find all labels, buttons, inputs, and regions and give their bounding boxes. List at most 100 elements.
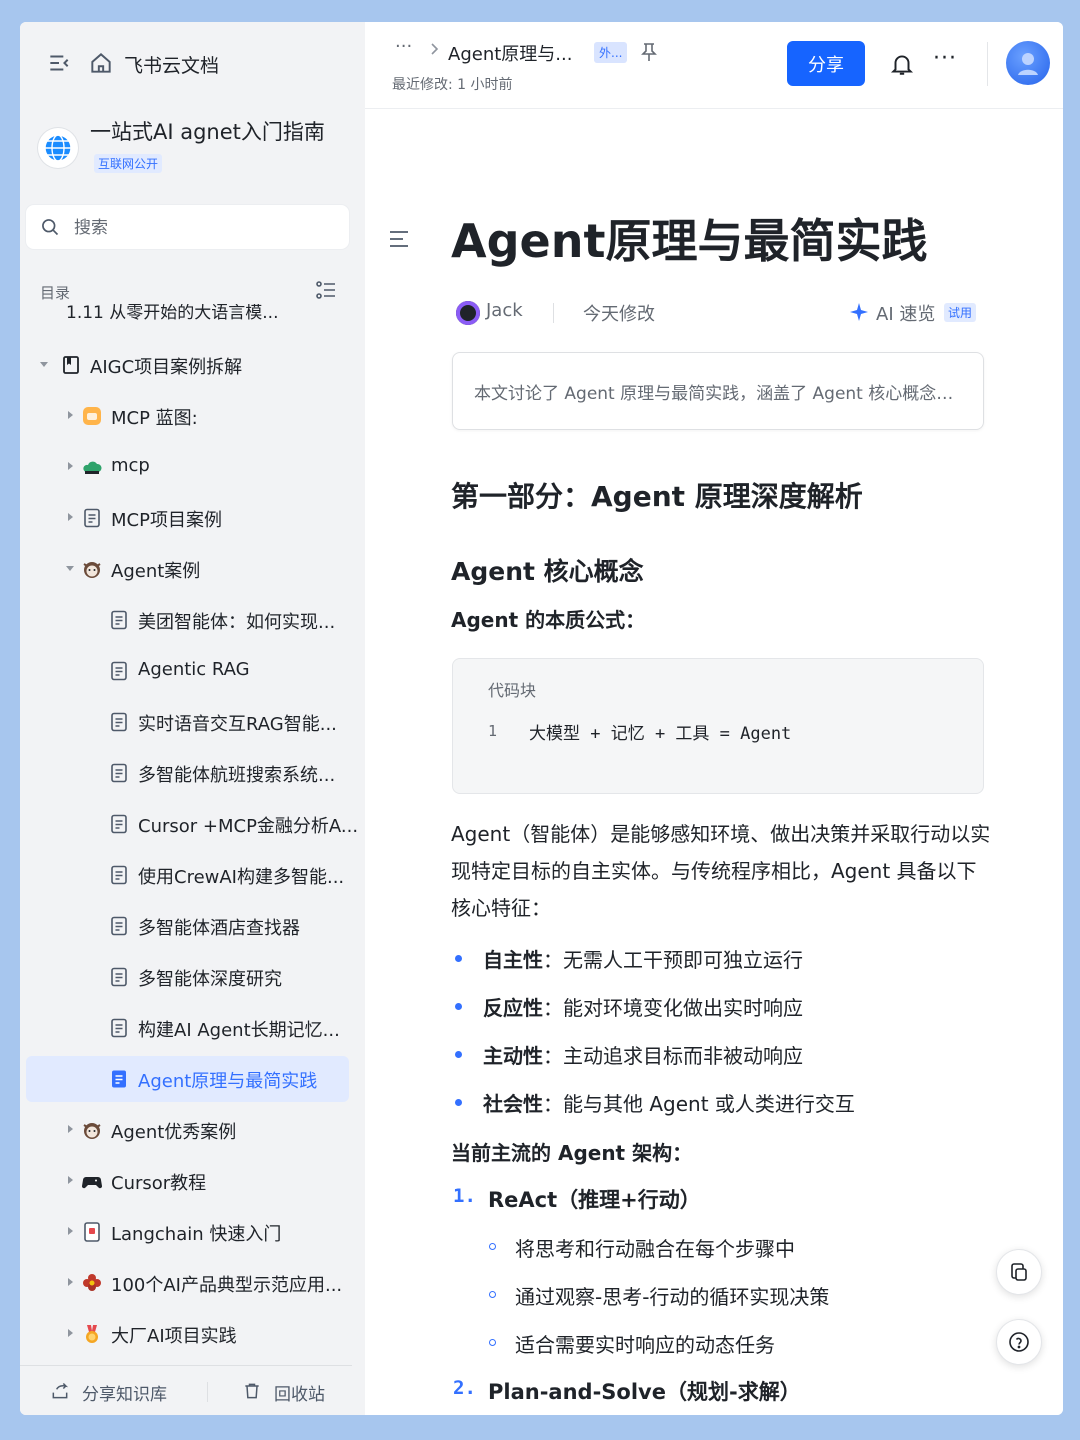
sidebar-tree-label: AIGC项目案例拆解 [90, 357, 243, 378]
breadcrumb-title[interactable]: Agent原理与... [448, 40, 572, 66]
code-line: 大模型 + 记忆 + 工具 = Agent [529, 724, 792, 744]
help-icon [1009, 1332, 1029, 1352]
sidebar-tree-item[interactable]: MCP项目案例 [26, 495, 349, 541]
breadcrumb-more[interactable]: ··· [395, 36, 412, 57]
sidebar-tree-item[interactable]: Agentic RAG [26, 648, 349, 694]
help-button[interactable] [996, 1319, 1042, 1365]
sidebar-tree-item[interactable]: 构建AI Agent长期记忆... [26, 1005, 349, 1051]
bullet-ring [489, 1243, 496, 1250]
medal-icon [81, 1323, 103, 1345]
sidebar-tree-item[interactable]: Cursor +MCP金融分析A... [26, 801, 358, 847]
sidebar-tree-item[interactable]: Agent优秀案例 [26, 1107, 349, 1153]
face-icon [81, 1119, 103, 1141]
space-header[interactable]: 一站式AI agnet入门指南 互联网公开 [38, 118, 358, 178]
outline-icon[interactable] [388, 229, 410, 249]
ai-summary-button[interactable]: AI 速览 [876, 300, 935, 326]
architecture-point-text: 将思考和行动融合在每个步骤中 [515, 1237, 795, 1261]
globe-icon [38, 128, 78, 168]
sidebar-tree-item[interactable]: 100个AI产品典型示范应用... [26, 1260, 349, 1306]
sidebar-tree-item[interactable]: AIGC项目案例拆解 [26, 342, 349, 388]
collapse-sidebar-icon[interactable] [46, 50, 72, 76]
bullet-dot [455, 1099, 462, 1106]
flower-icon [81, 1272, 103, 1294]
copy-icon [1011, 1263, 1027, 1281]
sidebar-tree-label: 美团智能体：如何实现... [138, 612, 336, 633]
sidebar-tree-item[interactable]: 多智能体航班搜索系统... [26, 750, 349, 796]
doc-icon [108, 813, 130, 835]
caret-right-icon[interactable] [65, 1175, 75, 1185]
cloud-icon [81, 456, 103, 478]
author-avatar[interactable] [456, 301, 480, 325]
sidebar-tree-item[interactable]: 实时语音交互RAG智能... [26, 699, 349, 745]
caret-right-icon[interactable] [65, 512, 75, 522]
section-heading: 第一部分：Agent 原理深度解析 [451, 480, 863, 513]
user-icon [1018, 53, 1038, 75]
doc-icon [108, 762, 130, 784]
trait-term: 反应性 [483, 996, 543, 1020]
trait-term: 自主性 [483, 948, 543, 972]
ai-summary-box[interactable]: 本文讨论了 Agent 原理与最简实践，涵盖了 Agent 核心概念、架构、实践… [452, 352, 984, 430]
sidebar-tree-item[interactable]: Agent案例 [26, 546, 349, 592]
pin-icon[interactable] [640, 42, 658, 62]
list-view-icon[interactable] [314, 278, 338, 302]
bullet-ring [489, 1339, 496, 1346]
summary-text: 本文讨论了 Agent 原理与最简实践，涵盖了 Agent 核心概念、架构、实践… [474, 384, 954, 404]
sidebar-tree-label: Cursor +MCP金融分析A... [138, 816, 359, 837]
caret-right-icon[interactable] [65, 1277, 75, 1287]
search-input[interactable] [72, 213, 326, 243]
sidebar-tree-label: Langchain 快速入门 [111, 1224, 282, 1245]
caret-down-icon[interactable] [39, 359, 49, 369]
doc-icon [108, 609, 130, 631]
caret-right-icon[interactable] [65, 1124, 75, 1134]
doc-icon [108, 660, 130, 682]
sidebar-tree-item[interactable]: Cursor教程 [26, 1158, 349, 1204]
sidebar-tree-item[interactable]: 大厂AI项目实践 [26, 1311, 349, 1357]
bell-icon[interactable] [889, 50, 915, 78]
brand-name[interactable]: 飞书云文档 [124, 51, 219, 78]
formula-label: Agent 的本质公式： [451, 608, 646, 632]
sidebar-tree-item[interactable]: Agent原理与最简实践 [26, 1056, 349, 1102]
sidebar-tree-item[interactable]: Langchain 快速入门 [26, 1209, 349, 1255]
caret-down-icon[interactable] [65, 563, 75, 573]
share-button[interactable]: 分享 [787, 41, 865, 86]
tree-item-clipped[interactable]: 1.11 从零开始的大语言模... [66, 304, 278, 323]
list-number: 2. [453, 1377, 476, 1399]
sidebar-tree-label: 构建AI Agent长期记忆... [138, 1020, 340, 1041]
sidebar-tree-item[interactable]: 多智能体深度研究 [26, 954, 349, 1000]
more-options-button[interactable]: ··· [933, 46, 957, 71]
author-name[interactable]: Jack [486, 300, 523, 321]
trait-item: 主动性 ：主动追求目标而非被动响应 [455, 1040, 975, 1070]
trait-desc: ：能对环境变化做出实时响应 [543, 996, 803, 1020]
sidebar-tree-item[interactable]: mcp [26, 444, 349, 490]
sidebar-tree-label: Cursor教程 [111, 1173, 207, 1194]
sidebar-tree-item[interactable]: MCP 蓝图: [26, 393, 349, 439]
external-badge[interactable]: 外... [594, 42, 628, 63]
header-divider [987, 42, 988, 86]
doc-header: ··· Agent原理与... 外... 最近修改: 1 小时前 分享 ··· [365, 22, 1063, 109]
space-title: 一站式AI agnet入门指南 [90, 120, 325, 144]
intro-paragraph: Agent（智能体）是能够感知环境、做出决策并采取行动以实现特定目标的自主实体。… [451, 822, 991, 920]
bullet-dot [455, 955, 462, 962]
search-box[interactable] [26, 205, 349, 249]
sidebar-tree-item[interactable]: 美团智能体：如何实现... [26, 597, 349, 643]
trash-label: 回收站 [274, 1385, 325, 1405]
copy-link-button[interactable] [996, 1249, 1042, 1295]
footer-divider [207, 1382, 208, 1402]
sidebar-tree-item[interactable]: 多智能体酒店查找器 [26, 903, 349, 949]
home-icon[interactable] [88, 50, 114, 76]
app-icon [81, 405, 103, 427]
sidebar-tree-label: 大厂AI项目实践 [111, 1326, 237, 1347]
architecture-title: ReAct（推理+行动） [488, 1188, 701, 1212]
doc-icon [81, 507, 103, 529]
caret-right-icon[interactable] [65, 1328, 75, 1338]
trait-desc: ：无需人工干预即可独立运行 [543, 948, 803, 972]
caret-right-icon[interactable] [65, 461, 75, 471]
caret-right-icon[interactable] [65, 410, 75, 420]
code-block[interactable]: 代码块 1 大模型 + 记忆 + 工具 = Agent [452, 658, 984, 794]
sidebar-tree-item[interactable]: 使用CrewAI构建多智能... [26, 852, 349, 898]
sidebar-tree-label: Agent原理与最简实践 [138, 1071, 318, 1092]
sidebar-tree-label: Agent优秀案例 [111, 1122, 237, 1143]
sparkle-icon[interactable] [850, 303, 868, 321]
avatar[interactable] [1006, 41, 1050, 85]
caret-right-icon[interactable] [65, 1226, 75, 1236]
